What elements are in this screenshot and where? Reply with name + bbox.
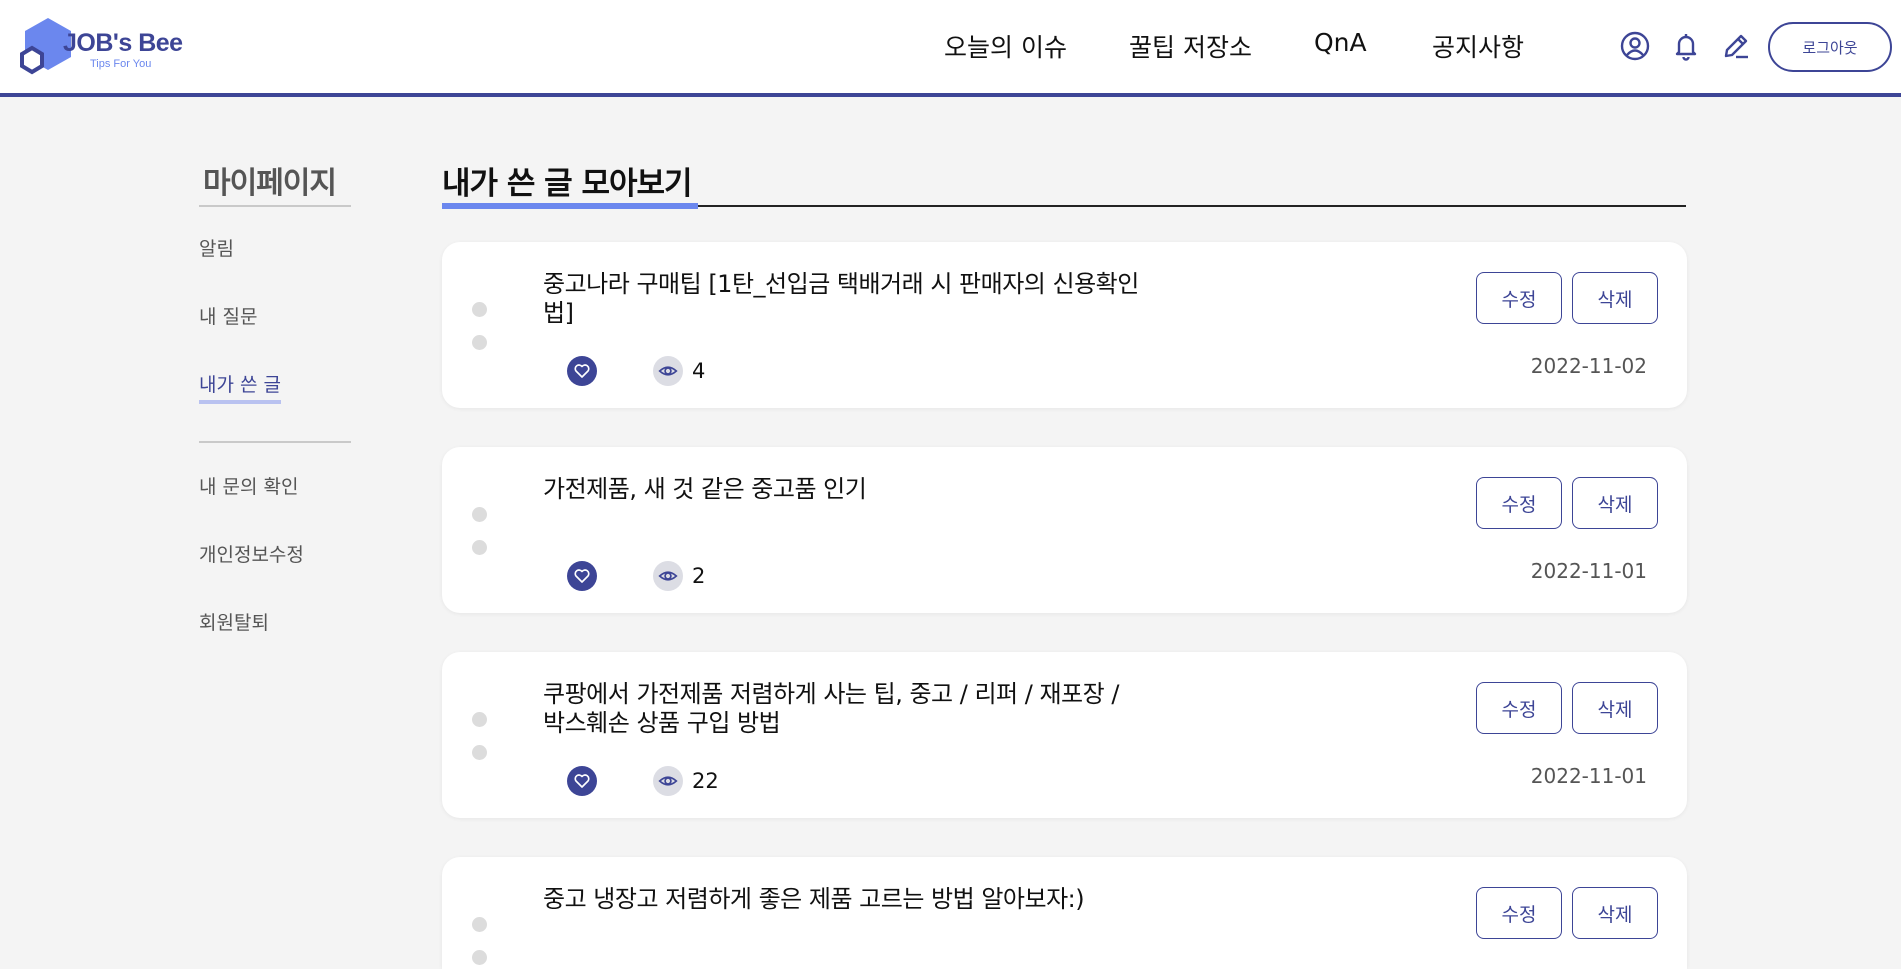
sidebar-item-my-posts[interactable]: 내가 쓴 글 <box>199 370 281 404</box>
post-card: 가전제품, 새 것 같은 중고품 인기 2 2022-11-01 수정 삭제 <box>442 447 1687 613</box>
post-card: 중고나라 구매팁 [1탄_선입금 택배거래 시 판매자의 신용확인법] 4 20… <box>442 242 1687 408</box>
page-title: 내가 쓴 글 모아보기 <box>442 166 693 202</box>
sidebar-item-edit-profile[interactable]: 개인정보수정 <box>199 540 304 567</box>
delete-button[interactable]: 삭제 <box>1572 477 1658 529</box>
drag-dot <box>472 745 487 760</box>
sidebar-divider <box>199 441 351 443</box>
nav-tips-storage[interactable]: 꿀팁 저장소 <box>1129 28 1252 64</box>
sidebar-title: 마이페이지 <box>203 166 337 201</box>
heart-icon[interactable] <box>567 356 597 386</box>
logo-tagline: Tips For You <box>90 58 152 70</box>
title-accent-bar <box>442 203 698 209</box>
post-title[interactable]: 쿠팡에서 가전제품 저렴하게 사는 팁, 중고 / 리퍼 / 재포장 / 박스훼… <box>543 680 1143 738</box>
drag-dot <box>472 507 487 522</box>
view-count: 4 <box>692 359 706 383</box>
sidebar-divider <box>199 205 351 207</box>
logo-brand-text: JOB's Bee <box>63 29 183 57</box>
post-card: 쿠팡에서 가전제품 저렴하게 사는 팁, 중고 / 리퍼 / 재포장 / 박스훼… <box>442 652 1687 818</box>
eye-icon <box>653 766 683 796</box>
post-title[interactable]: 중고 냉장고 저렴하게 좋은 제품 고르는 방법 알아보자:) <box>543 885 1143 914</box>
post-date: 2022-11-01 <box>1530 764 1647 788</box>
drag-dot <box>472 302 487 317</box>
edit-button[interactable]: 수정 <box>1476 272 1562 324</box>
user-icon[interactable] <box>1619 30 1651 62</box>
delete-button[interactable]: 삭제 <box>1572 272 1658 324</box>
eye-icon <box>653 561 683 591</box>
sidebar-item-withdraw[interactable]: 회원탈퇴 <box>199 608 269 635</box>
nav-notice[interactable]: 공지사항 <box>1432 28 1524 64</box>
bell-icon[interactable] <box>1670 30 1702 62</box>
eye-icon <box>653 356 683 386</box>
top-header: JOB's Bee Tips For You 오늘의 이슈 꿀팁 저장소 QnA… <box>0 0 1901 97</box>
post-date: 2022-11-01 <box>1530 559 1647 583</box>
drag-dot <box>472 950 487 965</box>
heart-icon[interactable] <box>567 766 597 796</box>
sidebar-item-notifications[interactable]: 알림 <box>199 234 234 261</box>
site-logo[interactable]: JOB's Bee Tips For You <box>10 16 190 76</box>
post-card: 중고 냉장고 저렴하게 좋은 제품 고르는 방법 알아보자:) 수정 삭제 <box>442 857 1687 969</box>
pencil-icon[interactable] <box>1720 30 1752 62</box>
sidebar-item-my-questions[interactable]: 내 질문 <box>199 302 257 329</box>
edit-button[interactable]: 수정 <box>1476 887 1562 939</box>
post-title[interactable]: 가전제품, 새 것 같은 중고품 인기 <box>543 475 1143 504</box>
edit-button[interactable]: 수정 <box>1476 477 1562 529</box>
delete-button[interactable]: 삭제 <box>1572 887 1658 939</box>
drag-dot <box>472 917 487 932</box>
nav-today-issue[interactable]: 오늘의 이슈 <box>944 28 1067 64</box>
delete-button[interactable]: 삭제 <box>1572 682 1658 734</box>
post-date: 2022-11-02 <box>1530 354 1647 378</box>
drag-dot <box>472 540 487 555</box>
drag-dot <box>472 712 487 727</box>
view-count: 2 <box>692 564 706 588</box>
sidebar-item-my-inquiries[interactable]: 내 문의 확인 <box>199 472 298 499</box>
logout-button[interactable]: 로그아웃 <box>1768 22 1892 72</box>
nav-qna[interactable]: QnA <box>1314 28 1367 57</box>
post-title[interactable]: 중고나라 구매팁 [1탄_선입금 택배거래 시 판매자의 신용확인법] <box>543 270 1143 328</box>
heart-icon[interactable] <box>567 561 597 591</box>
drag-dot <box>472 335 487 350</box>
view-count: 22 <box>692 769 719 793</box>
edit-button[interactable]: 수정 <box>1476 682 1562 734</box>
